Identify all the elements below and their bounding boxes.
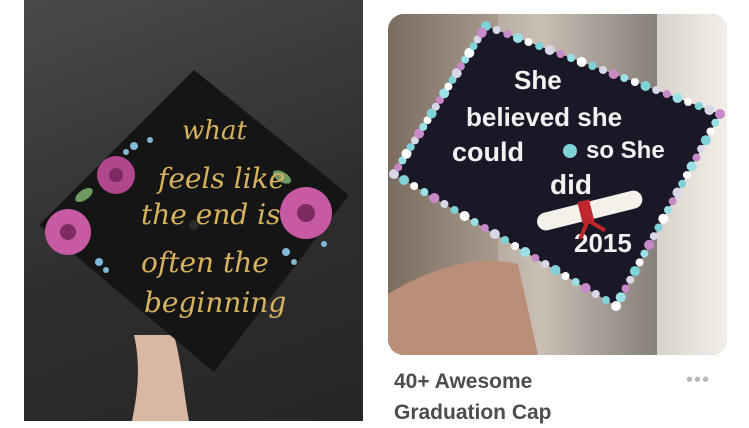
- gem-dot: [591, 290, 600, 298]
- gem-dot: [410, 182, 419, 190]
- gem-dot: [715, 109, 725, 119]
- gem-dot: [672, 187, 683, 198]
- gem-dot: [640, 249, 649, 258]
- gem-icon: [563, 144, 577, 158]
- gem-dot: [706, 127, 715, 136]
- quote-line: beginning: [144, 286, 286, 319]
- gem-dot: [476, 27, 487, 38]
- quote-line: the end is: [141, 198, 281, 231]
- gem-dot: [520, 247, 531, 257]
- gem-dot: [654, 223, 663, 232]
- gem-dot: [429, 193, 440, 203]
- gem-dot: [580, 283, 591, 293]
- gem-dot: [692, 153, 701, 162]
- cap-line: could: [452, 137, 524, 167]
- gem-dot: [601, 296, 610, 304]
- cap-line: She: [514, 65, 562, 95]
- gem-dot: [406, 143, 415, 152]
- gem-dot: [399, 175, 410, 185]
- gem-dot: [649, 232, 658, 241]
- cap-line: so She: [586, 137, 665, 164]
- graduation-cap-right: She believed she could so She did 2015: [388, 21, 725, 355]
- gem-dot: [620, 74, 629, 82]
- gem-dot: [456, 62, 465, 71]
- gem-dot: [492, 26, 501, 34]
- gem-dot: [611, 301, 621, 311]
- gem-dot: [511, 242, 520, 250]
- gem-dot: [678, 179, 687, 188]
- gem-dot: [684, 98, 693, 106]
- gem-dot: [668, 197, 677, 206]
- gem-dot: [635, 258, 644, 267]
- gem-dot: [615, 292, 626, 303]
- gem-dot: [459, 211, 470, 221]
- gem-dot: [544, 45, 555, 55]
- gem-dot: [626, 275, 635, 284]
- gem-dot: [470, 218, 479, 226]
- gem-dot: [682, 171, 691, 180]
- gem-dot: [664, 206, 672, 214]
- pin-image-right[interactable]: She believed she could so She did 2015: [388, 14, 727, 355]
- gem-dot: [541, 260, 550, 268]
- gem-dot: [420, 188, 429, 196]
- gem-dot: [588, 62, 597, 70]
- gem-dot: [531, 254, 540, 262]
- gem-dot: [644, 239, 655, 250]
- arm-right: [388, 260, 538, 355]
- gem-dot: [501, 236, 509, 244]
- gem-dot: [576, 57, 587, 67]
- gem-dot: [567, 54, 576, 62]
- pin-title-line: 40+ Awesome: [394, 370, 533, 393]
- gem-dot: [608, 69, 619, 79]
- quote-line: what: [182, 116, 248, 146]
- pin-title-line: Graduation Cap: [394, 401, 552, 424]
- gem-dot: [640, 81, 651, 91]
- quote-line: often the: [141, 246, 269, 279]
- gem-dot: [700, 135, 711, 146]
- gem-dot: [503, 30, 512, 38]
- gem-dot: [658, 213, 669, 224]
- gem-dot: [697, 144, 706, 153]
- gem-dot: [652, 86, 661, 94]
- gem-dot: [686, 161, 697, 172]
- gem-dot: [672, 93, 683, 103]
- gem-dot: [621, 284, 630, 293]
- gem-dot: [711, 118, 720, 127]
- hand-left: [132, 335, 189, 421]
- cap-line: did: [550, 169, 592, 200]
- gem-dot: [444, 82, 453, 91]
- gem-dot: [694, 102, 703, 110]
- gem-dot: [535, 42, 544, 50]
- gem-dot: [599, 66, 607, 74]
- gem-dot: [394, 163, 403, 172]
- more-options-icon[interactable]: •••: [686, 370, 710, 390]
- graduation-cap-left: what feels like the end is often the beg…: [39, 70, 349, 421]
- gem-dot: [556, 50, 565, 58]
- pin-title[interactable]: 40+ Awesome Graduation Cap: [394, 366, 654, 428]
- gem-dot: [489, 229, 500, 239]
- gem-dot: [469, 42, 478, 51]
- gem-dot: [431, 102, 440, 111]
- gem-dot: [704, 105, 715, 115]
- gem-dot: [571, 278, 580, 286]
- cap-line: believed she: [466, 102, 622, 132]
- gem-dot: [450, 206, 459, 214]
- gem-dot: [524, 38, 533, 46]
- gem-dot: [512, 33, 523, 43]
- gem-dot: [419, 122, 428, 131]
- gem-dot: [480, 224, 489, 232]
- gem-dot: [550, 265, 561, 275]
- gem-dot: [561, 272, 570, 280]
- gem-dot: [630, 78, 639, 86]
- gem-dot: [440, 200, 449, 208]
- gem-dot: [629, 266, 640, 277]
- quote-line: feels like: [156, 162, 285, 195]
- pin-image-left[interactable]: what feels like the end is often the beg…: [24, 0, 363, 421]
- gem-dot: [662, 90, 671, 98]
